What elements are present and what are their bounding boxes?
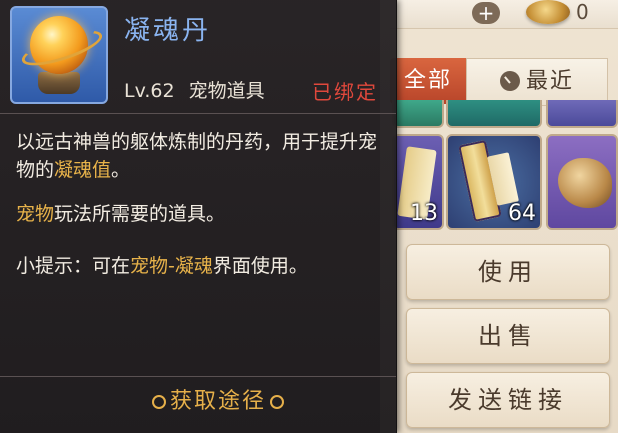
- desc-highlight: 凝魂值: [54, 159, 112, 181]
- slot-count: 13: [410, 201, 438, 226]
- tab-recent[interactable]: 最近: [466, 58, 608, 106]
- item-tip: 小提示：可在宠物-凝魂界面使用。: [16, 252, 378, 280]
- orb-stand-icon: [38, 72, 80, 94]
- inventory-slot[interactable]: [446, 100, 542, 128]
- inventory-slot[interactable]: 13: [392, 134, 444, 230]
- item-level: Lv.62: [124, 80, 175, 102]
- inventory-slot[interactable]: [546, 100, 618, 128]
- desc-highlight: 宠物-凝魂: [130, 255, 213, 277]
- tab-all-label: 全部: [403, 68, 452, 93]
- divider: [0, 376, 396, 377]
- gold-ingot-icon: [526, 0, 570, 24]
- desc-text: 界面使用。: [212, 255, 308, 277]
- item-name: 凝魂丹: [124, 16, 212, 46]
- tab-all[interactable]: 全部: [390, 58, 466, 104]
- item-tooltip: 凝魂丹 Lv.62 宠物道具 已绑定 以远古神兽的躯体炼制的丹药，用于提升宠物的…: [0, 0, 397, 433]
- desc-highlight: 宠物: [16, 203, 55, 225]
- slot-count: 64: [508, 201, 536, 226]
- divider: [0, 113, 396, 114]
- use-button[interactable]: 使用: [406, 244, 610, 300]
- item-category: 宠物道具: [188, 80, 265, 102]
- item-meta: Lv.62 宠物道具: [124, 76, 265, 103]
- send-link-button[interactable]: 发送链接: [406, 372, 610, 428]
- item-icon-frame: [10, 6, 108, 104]
- item-description: 以远古神兽的躯体炼制的丹药，用于提升宠物的凝魂值。: [16, 128, 378, 184]
- desc-text: 玩法所需要的道具。: [54, 203, 226, 225]
- bound-status: 已绑定: [312, 80, 378, 104]
- inventory-slot[interactable]: [392, 100, 444, 128]
- add-currency-button[interactable]: +: [472, 2, 500, 24]
- inventory-slot[interactable]: [546, 134, 618, 230]
- tab-recent-label: 最近: [525, 69, 574, 94]
- gold-count: 0: [576, 0, 589, 24]
- sell-button[interactable]: 出售: [406, 308, 610, 364]
- acquire-source-label: 获取途径: [170, 389, 267, 414]
- inventory-slot[interactable]: 64: [446, 134, 542, 230]
- ore-item-icon: [558, 158, 612, 208]
- swirl-ornament-icon: [270, 395, 285, 409]
- desc-text: 小提示：可在: [16, 255, 131, 277]
- swirl-ornament-icon: [152, 395, 166, 409]
- desc-text: 。: [111, 159, 131, 181]
- clock-icon: [499, 71, 520, 91]
- item-usage: 宠物玩法所需要的道具。: [16, 200, 378, 228]
- acquire-source-link[interactable]: 获取途径: [152, 386, 285, 418]
